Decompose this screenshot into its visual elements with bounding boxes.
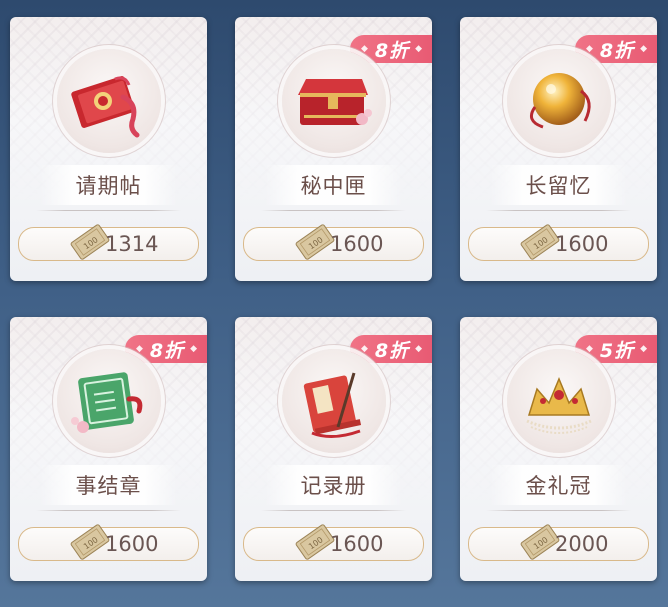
price-value: 2000 bbox=[555, 532, 609, 556]
shop-grid: 请期帖 100 1314 ◆ 8折 ◆ 秘中匣 100 1600 ◆ 8折 ◆ … bbox=[0, 0, 668, 607]
price-value: 1600 bbox=[330, 532, 384, 556]
item-name: 记录册 bbox=[265, 465, 402, 505]
item-name: 金礼冠 bbox=[490, 465, 627, 505]
divider bbox=[486, 210, 631, 211]
shop-item-card[interactable]: ◆ 5折 ◆ 金礼冠 100 2000 bbox=[460, 317, 657, 581]
divider bbox=[36, 510, 181, 511]
shop-item-card[interactable]: ◆ 8折 ◆ 长留忆 100 1600 bbox=[460, 17, 657, 281]
record-book-icon bbox=[281, 349, 386, 453]
price-button[interactable]: 100 1600 bbox=[468, 224, 649, 261]
price-button[interactable]: 100 2000 bbox=[468, 524, 649, 561]
shop-item-card[interactable]: 请期帖 100 1314 bbox=[10, 17, 207, 281]
price-button[interactable]: 100 1314 bbox=[18, 224, 199, 261]
divider bbox=[261, 210, 406, 211]
price-value: 1600 bbox=[330, 232, 384, 256]
shop-item-card[interactable]: ◆ 8折 ◆ 秘中匣 100 1600 bbox=[235, 17, 432, 281]
item-name: 长留忆 bbox=[490, 165, 627, 205]
divider bbox=[36, 210, 181, 211]
item-name: 事结章 bbox=[40, 465, 177, 505]
shop-item-card[interactable]: ◆ 8折 ◆ 事结章 100 1600 bbox=[10, 317, 207, 581]
golden-crown-icon bbox=[506, 349, 611, 453]
divider bbox=[261, 510, 406, 511]
price-value: 1600 bbox=[555, 232, 609, 256]
price-button[interactable]: 100 1600 bbox=[18, 524, 199, 561]
price-value: 1314 bbox=[105, 232, 159, 256]
divider bbox=[486, 510, 631, 511]
price-button[interactable]: 100 1600 bbox=[243, 224, 424, 261]
golden-orb-icon bbox=[506, 49, 611, 153]
red-chest-icon bbox=[281, 49, 386, 153]
red-invitation-icon bbox=[56, 49, 161, 153]
price-value: 1600 bbox=[105, 532, 159, 556]
item-name: 秘中匣 bbox=[265, 165, 402, 205]
shop-item-card[interactable]: ◆ 8折 ◆ 记录册 100 1600 bbox=[235, 317, 432, 581]
price-button[interactable]: 100 1600 bbox=[243, 524, 424, 561]
item-name: 请期帖 bbox=[40, 165, 177, 205]
jade-seal-icon bbox=[56, 349, 161, 453]
